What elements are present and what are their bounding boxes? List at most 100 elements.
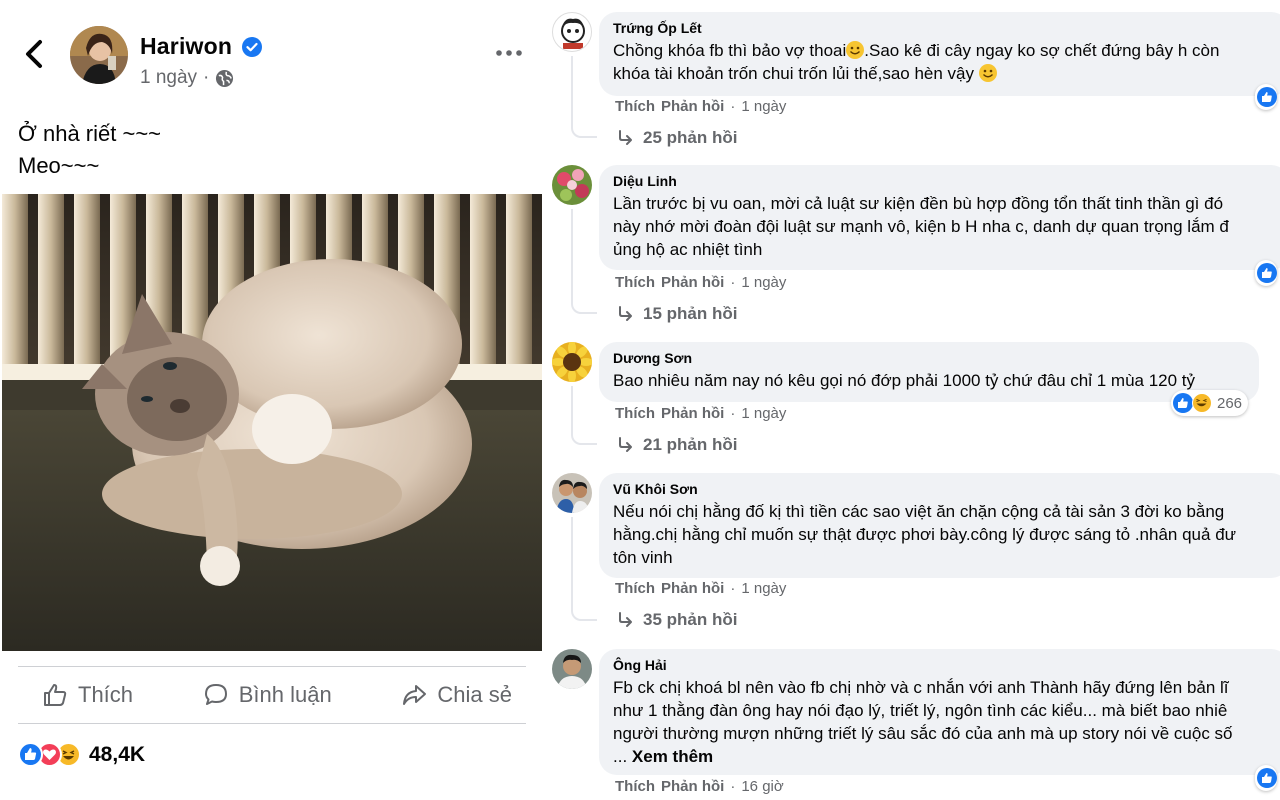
comment-like-link[interactable]: Thích (615, 98, 655, 115)
like-icon (1173, 393, 1193, 413)
comment-like-link[interactable]: Thích (615, 580, 655, 597)
more-options-icon[interactable] (492, 40, 526, 66)
thread-line (571, 209, 573, 302)
comment-bubble: Diệu Linh Lần trước bị vu oan, mời cả lu… (599, 165, 1280, 270)
author-avatar[interactable] (70, 26, 128, 84)
post-meta: 1 ngày · (140, 67, 234, 89)
see-more-link[interactable]: Xem thêm (632, 747, 713, 766)
like-icon (1257, 87, 1277, 107)
replies-count: 21 phản hồi (643, 435, 738, 454)
commenter-avatar[interactable] (552, 649, 592, 689)
commenter-name[interactable]: Vũ Khôi Sơn (613, 481, 1275, 497)
comment-actions: Thích Phản hồi · 1 ngày (615, 580, 787, 597)
comment-text-line: Chồng khóa fb thì bảo vợ thoai .Sao kê đi… (613, 41, 1220, 60)
replies-count: 15 phản hồi (643, 304, 738, 323)
verified-badge-icon (242, 37, 262, 57)
comment-bubble: Dương Sơn Bao nhiêu năm nay nó kêu gọi n… (599, 342, 1259, 402)
comment-time[interactable]: 1 ngày (741, 580, 786, 597)
comment-like-link[interactable]: Thích (615, 778, 655, 795)
like-icon (1257, 768, 1277, 788)
comment-time[interactable]: 1 ngày (741, 98, 786, 115)
comments-panel: Trứng Ốp Lết Chồng khóa fb thì bảo vợ th… (545, 0, 1280, 800)
comment-reaction-count: 266 (1217, 394, 1243, 412)
post-time[interactable]: 1 ngày (140, 67, 197, 89)
comment-reply-link[interactable]: Phản hồi (661, 778, 724, 795)
commenter-name[interactable]: Diệu Linh (613, 173, 1275, 189)
comment-like-link[interactable]: Thích (615, 405, 655, 422)
thread-elbow (571, 300, 597, 314)
thread-line (571, 386, 573, 433)
view-replies-link[interactable]: 35 phản hồi (617, 610, 737, 630)
comment-bubble: Ông Hải Fb ck chị khoá bl nên vào fb chị… (599, 649, 1280, 775)
globe-icon (216, 69, 234, 87)
comment-reaction-badge[interactable] (1255, 765, 1277, 791)
haha-icon (1192, 393, 1212, 413)
like-icon (1257, 263, 1277, 283)
post-text-line: Meo~~~ (18, 153, 100, 178)
smile-emoji-icon (978, 64, 997, 82)
thread-elbow (571, 607, 597, 621)
replies-count: 25 phản hồi (643, 128, 738, 147)
thread-line (571, 56, 573, 126)
comment-text-line: ... Xem thêm (613, 747, 714, 766)
post-action-bar: Thích Bình luận Chia sẻ (18, 666, 526, 724)
comment-text-line: Nếu nói chị hằng đố kị thì tiền các sao … (613, 502, 1225, 521)
thread-elbow (571, 124, 597, 138)
comment-reaction-badge[interactable] (1255, 260, 1277, 286)
share-button-label: Chia sẻ (437, 682, 512, 707)
commenter-name[interactable]: Trứng Ốp Lết (613, 20, 1275, 36)
view-replies-link[interactable]: 21 phản hồi (617, 435, 737, 455)
comment-reply-link[interactable]: Phản hồi (661, 405, 724, 422)
comment-text-line: như 1 thằng đàn ông hay nói đạo lý, triế… (613, 701, 1228, 720)
comment-reaction-badge[interactable] (1255, 84, 1277, 110)
thread-line (571, 517, 573, 609)
commenter-name[interactable]: Ông Hải (613, 657, 1275, 673)
comment-button-label: Bình luận (238, 682, 332, 707)
commenter-avatar[interactable] (552, 473, 592, 513)
back-arrow-icon[interactable] (18, 36, 50, 72)
comment-bubble-icon (204, 684, 227, 705)
comment-reply-link[interactable]: Phản hồi (661, 580, 724, 597)
smile-emoji-icon (846, 41, 865, 59)
comment-bubble: Trứng Ốp Lết Chồng khóa fb thì bảo vợ th… (599, 12, 1280, 96)
comment-actions: Thích Phản hồi · 1 ngày (615, 405, 787, 422)
comment-button[interactable]: Bình luận (203, 682, 332, 708)
comment-reaction-badge[interactable]: 266 (1171, 390, 1249, 416)
comment-text-line: Fb ck chị khoá bl nên vào fb chị nhờ và … (613, 678, 1229, 697)
comment-text-line: hằng.chị hằng chỉ muốn sự thật được phơi… (613, 525, 1237, 544)
post-photo-cat[interactable] (2, 194, 542, 651)
like-button[interactable]: Thích (42, 682, 133, 708)
thumbs-up-icon (44, 684, 67, 706)
commenter-avatar[interactable] (552, 342, 592, 382)
post-panel: Hariwon 1 ngày · Ở nhà riết ~~~ Meo~~~ T… (0, 0, 545, 800)
like-button-label: Thích (78, 682, 134, 707)
reaction-count: 48,4K (89, 742, 146, 766)
comment-text-line: khóa tài khoản trốn chui trốn lủi thế,sa… (613, 62, 1275, 85)
comment-like-link[interactable]: Thích (615, 274, 655, 291)
commenter-name[interactable]: Dương Sơn (613, 350, 1245, 366)
comment-text-line: Bao nhiêu năm nay nó kêu gọi nó đớp phải… (613, 371, 1196, 390)
reply-arrow-icon (619, 612, 632, 627)
comment-reply-link[interactable]: Phản hồi (661, 98, 724, 115)
post-text: Ở nhà riết ~~~ Meo~~~ (18, 118, 161, 182)
share-button[interactable]: Chia sẻ (401, 682, 512, 708)
like-icon (18, 742, 43, 767)
comment-bubble: Vũ Khôi Sơn Nếu nói chị hằng đố kị thì t… (599, 473, 1280, 578)
share-arrow-icon (403, 685, 427, 705)
view-replies-link[interactable]: 25 phản hồi (617, 128, 737, 148)
author-name[interactable]: Hariwon (140, 33, 232, 60)
commenter-avatar[interactable] (552, 12, 592, 52)
replies-count: 35 phản hồi (643, 610, 738, 629)
reply-arrow-icon (619, 437, 632, 452)
post-reactions[interactable]: 48,4K (18, 742, 145, 767)
comment-text-line: ủng hộ ac nhiệt tình (613, 240, 763, 259)
commenter-avatar[interactable] (552, 165, 592, 205)
comment-time[interactable]: 1 ngày (741, 274, 786, 291)
comment-text-line: này nhớ mời đoàn đội luật sư mạnh vô, ki… (613, 217, 1229, 236)
comment-reply-link[interactable]: Phản hồi (661, 274, 724, 291)
thread-elbow (571, 431, 597, 445)
post-text-line: Ở nhà riết ~~~ (18, 121, 162, 146)
view-replies-link[interactable]: 15 phản hồi (617, 304, 737, 324)
comment-time[interactable]: 1 ngày (741, 405, 786, 422)
comment-time[interactable]: 16 giờ (741, 778, 783, 795)
